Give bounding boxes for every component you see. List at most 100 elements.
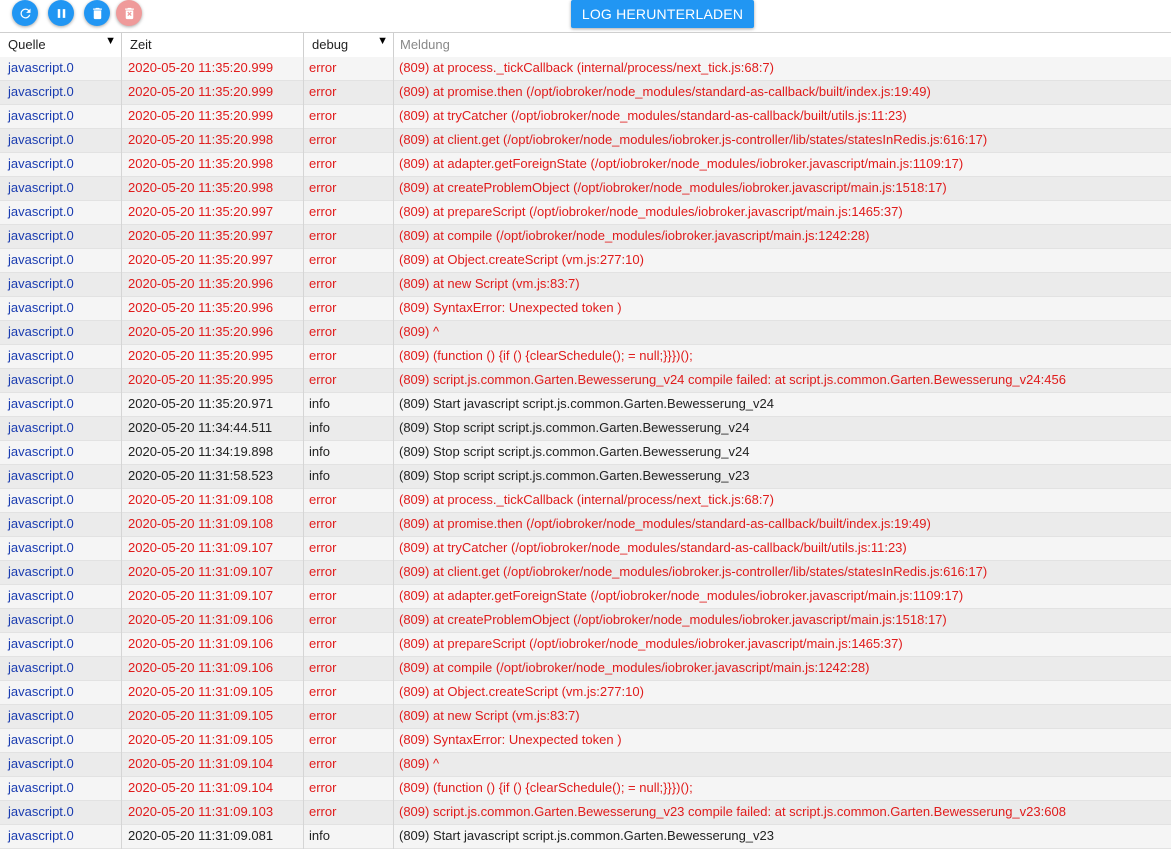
table-row: javascript.0 2020-05-20 11:31:09.108 error… — [0, 489, 1171, 513]
time-column-label: Zeit — [130, 37, 152, 52]
table-row: javascript.0 2020-05-20 11:35:20.996 error… — [0, 297, 1171, 321]
time-cell: 2020-05-20 11:31:09.106 — [122, 633, 304, 657]
severity-cell: error — [304, 609, 394, 633]
message-filter-input[interactable] — [396, 34, 1164, 54]
message-cell: (809) ^ — [399, 756, 440, 771]
pause-icon — [54, 6, 69, 21]
message-cell: (809) at createProblemObject (/opt/iobro… — [399, 180, 947, 195]
delete-all-icon — [122, 6, 137, 21]
message-cell: (809) (function () {if () {clearSchedule… — [399, 348, 693, 363]
severity-cell: info — [304, 393, 394, 417]
message-filter-cell — [394, 33, 1171, 57]
source-cell: javascript.0 — [0, 105, 122, 129]
source-cell: javascript.0 — [0, 297, 122, 321]
table-row: javascript.0 2020-05-20 11:31:09.106 error… — [0, 609, 1171, 633]
time-cell: 2020-05-20 11:35:20.997 — [122, 225, 304, 249]
caret-down-icon: ▼ — [377, 35, 388, 47]
delete-icon — [90, 6, 105, 21]
severity-cell: error — [304, 57, 394, 81]
time-cell: 2020-05-20 11:35:20.995 — [122, 345, 304, 369]
delete-all-button[interactable] — [116, 0, 142, 26]
table-row: javascript.0 2020-05-20 11:31:09.081 info (… — [0, 825, 1171, 849]
source-cell: javascript.0 — [0, 153, 122, 177]
severity-cell: error — [304, 105, 394, 129]
time-cell: 2020-05-20 11:35:20.997 — [122, 249, 304, 273]
message-cell: (809) at process._tickCallback (internal… — [399, 492, 774, 507]
message-cell: (809) Stop script script.js.common.Garte… — [399, 420, 750, 435]
time-cell: 2020-05-20 11:35:20.999 — [122, 105, 304, 129]
table-row: javascript.0 2020-05-20 11:35:20.998 error… — [0, 129, 1171, 153]
source-cell: javascript.0 — [0, 369, 122, 393]
table-row: javascript.0 2020-05-20 11:35:20.998 error… — [0, 177, 1171, 201]
time-cell: 2020-05-20 11:31:09.107 — [122, 585, 304, 609]
severity-cell: error — [304, 561, 394, 585]
severity-cell: error — [304, 201, 394, 225]
table-row: javascript.0 2020-05-20 11:35:20.996 error… — [0, 321, 1171, 345]
table-row: javascript.0 2020-05-20 11:31:09.105 error… — [0, 729, 1171, 753]
source-cell: javascript.0 — [0, 273, 122, 297]
refresh-button[interactable] — [12, 0, 38, 26]
source-cell: javascript.0 — [0, 513, 122, 537]
severity-filter-select[interactable]: debug ▼ — [304, 33, 394, 57]
table-row: javascript.0 2020-05-20 11:35:20.995 error… — [0, 345, 1171, 369]
message-cell: (809) at process._tickCallback (internal… — [399, 60, 774, 75]
source-cell: javascript.0 — [0, 561, 122, 585]
table-row: javascript.0 2020-05-20 11:35:20.997 error… — [0, 201, 1171, 225]
source-cell: javascript.0 — [0, 225, 122, 249]
caret-down-icon: ▼ — [105, 35, 116, 47]
time-column-header: Zeit — [122, 33, 304, 57]
severity-cell: error — [304, 249, 394, 273]
source-cell: javascript.0 — [0, 81, 122, 105]
message-cell: (809) Stop script script.js.common.Garte… — [399, 468, 750, 483]
source-filter-select[interactable]: Quelle ▼ — [0, 33, 122, 57]
table-row: javascript.0 2020-05-20 11:35:20.999 error… — [0, 105, 1171, 129]
source-cell: javascript.0 — [0, 681, 122, 705]
severity-filter-label: debug — [312, 37, 349, 52]
source-cell: javascript.0 — [0, 393, 122, 417]
time-cell: 2020-05-20 11:34:19.898 — [122, 441, 304, 465]
time-cell: 2020-05-20 11:31:09.107 — [122, 537, 304, 561]
message-cell: (809) at prepareScript (/opt/iobroker/no… — [399, 204, 903, 219]
time-cell: 2020-05-20 11:31:09.104 — [122, 777, 304, 801]
table-row: javascript.0 2020-05-20 11:35:20.997 error… — [0, 225, 1171, 249]
message-cell: (809) at compile (/opt/iobroker/node_mod… — [399, 228, 870, 243]
severity-cell: info — [304, 825, 394, 849]
severity-cell: error — [304, 489, 394, 513]
time-cell: 2020-05-20 11:35:20.996 — [122, 321, 304, 345]
source-cell: javascript.0 — [0, 633, 122, 657]
time-cell: 2020-05-20 11:35:20.999 — [122, 81, 304, 105]
time-cell: 2020-05-20 11:35:20.998 — [122, 129, 304, 153]
refresh-icon — [18, 6, 33, 21]
message-cell: (809) (function () {if () {clearSchedule… — [399, 780, 693, 795]
delete-button[interactable] — [84, 0, 110, 26]
message-cell: (809) SyntaxError: Unexpected token ) — [399, 732, 622, 747]
severity-cell: info — [304, 465, 394, 489]
source-cell: javascript.0 — [0, 57, 122, 81]
source-cell: javascript.0 — [0, 729, 122, 753]
source-cell: javascript.0 — [0, 537, 122, 561]
table-row: javascript.0 2020-05-20 11:35:20.996 error… — [0, 273, 1171, 297]
source-cell: javascript.0 — [0, 705, 122, 729]
time-cell: 2020-05-20 11:35:20.999 — [122, 57, 304, 81]
time-cell: 2020-05-20 11:31:09.103 — [122, 801, 304, 825]
severity-cell: error — [304, 585, 394, 609]
table-row: javascript.0 2020-05-20 11:35:20.995 error… — [0, 369, 1171, 393]
message-cell: (809) at prepareScript (/opt/iobroker/no… — [399, 636, 903, 651]
time-cell: 2020-05-20 11:31:09.108 — [122, 513, 304, 537]
message-cell: (809) at promise.then (/opt/iobroker/nod… — [399, 84, 931, 99]
severity-cell: error — [304, 537, 394, 561]
table-row: javascript.0 2020-05-20 11:31:09.103 error… — [0, 801, 1171, 825]
download-log-button[interactable]: LOG HERUNTERLADEN — [571, 0, 754, 28]
message-cell: (809) at Object.createScript (vm.js:277:… — [399, 684, 644, 699]
table-row: javascript.0 2020-05-20 11:31:09.108 error… — [0, 513, 1171, 537]
table-row: javascript.0 2020-05-20 11:35:20.999 error… — [0, 81, 1171, 105]
severity-cell: info — [304, 417, 394, 441]
message-cell: (809) script.js.common.Garten.Bewesserun… — [399, 372, 1066, 387]
message-cell: (809) at client.get (/opt/iobroker/node_… — [399, 564, 988, 579]
source-cell: javascript.0 — [0, 345, 122, 369]
message-cell: (809) Stop script script.js.common.Garte… — [399, 444, 750, 459]
source-cell: javascript.0 — [0, 465, 122, 489]
time-cell: 2020-05-20 11:31:09.106 — [122, 657, 304, 681]
toolbar: LOG HERUNTERLADEN — [0, 0, 1171, 30]
pause-button[interactable] — [48, 0, 74, 26]
